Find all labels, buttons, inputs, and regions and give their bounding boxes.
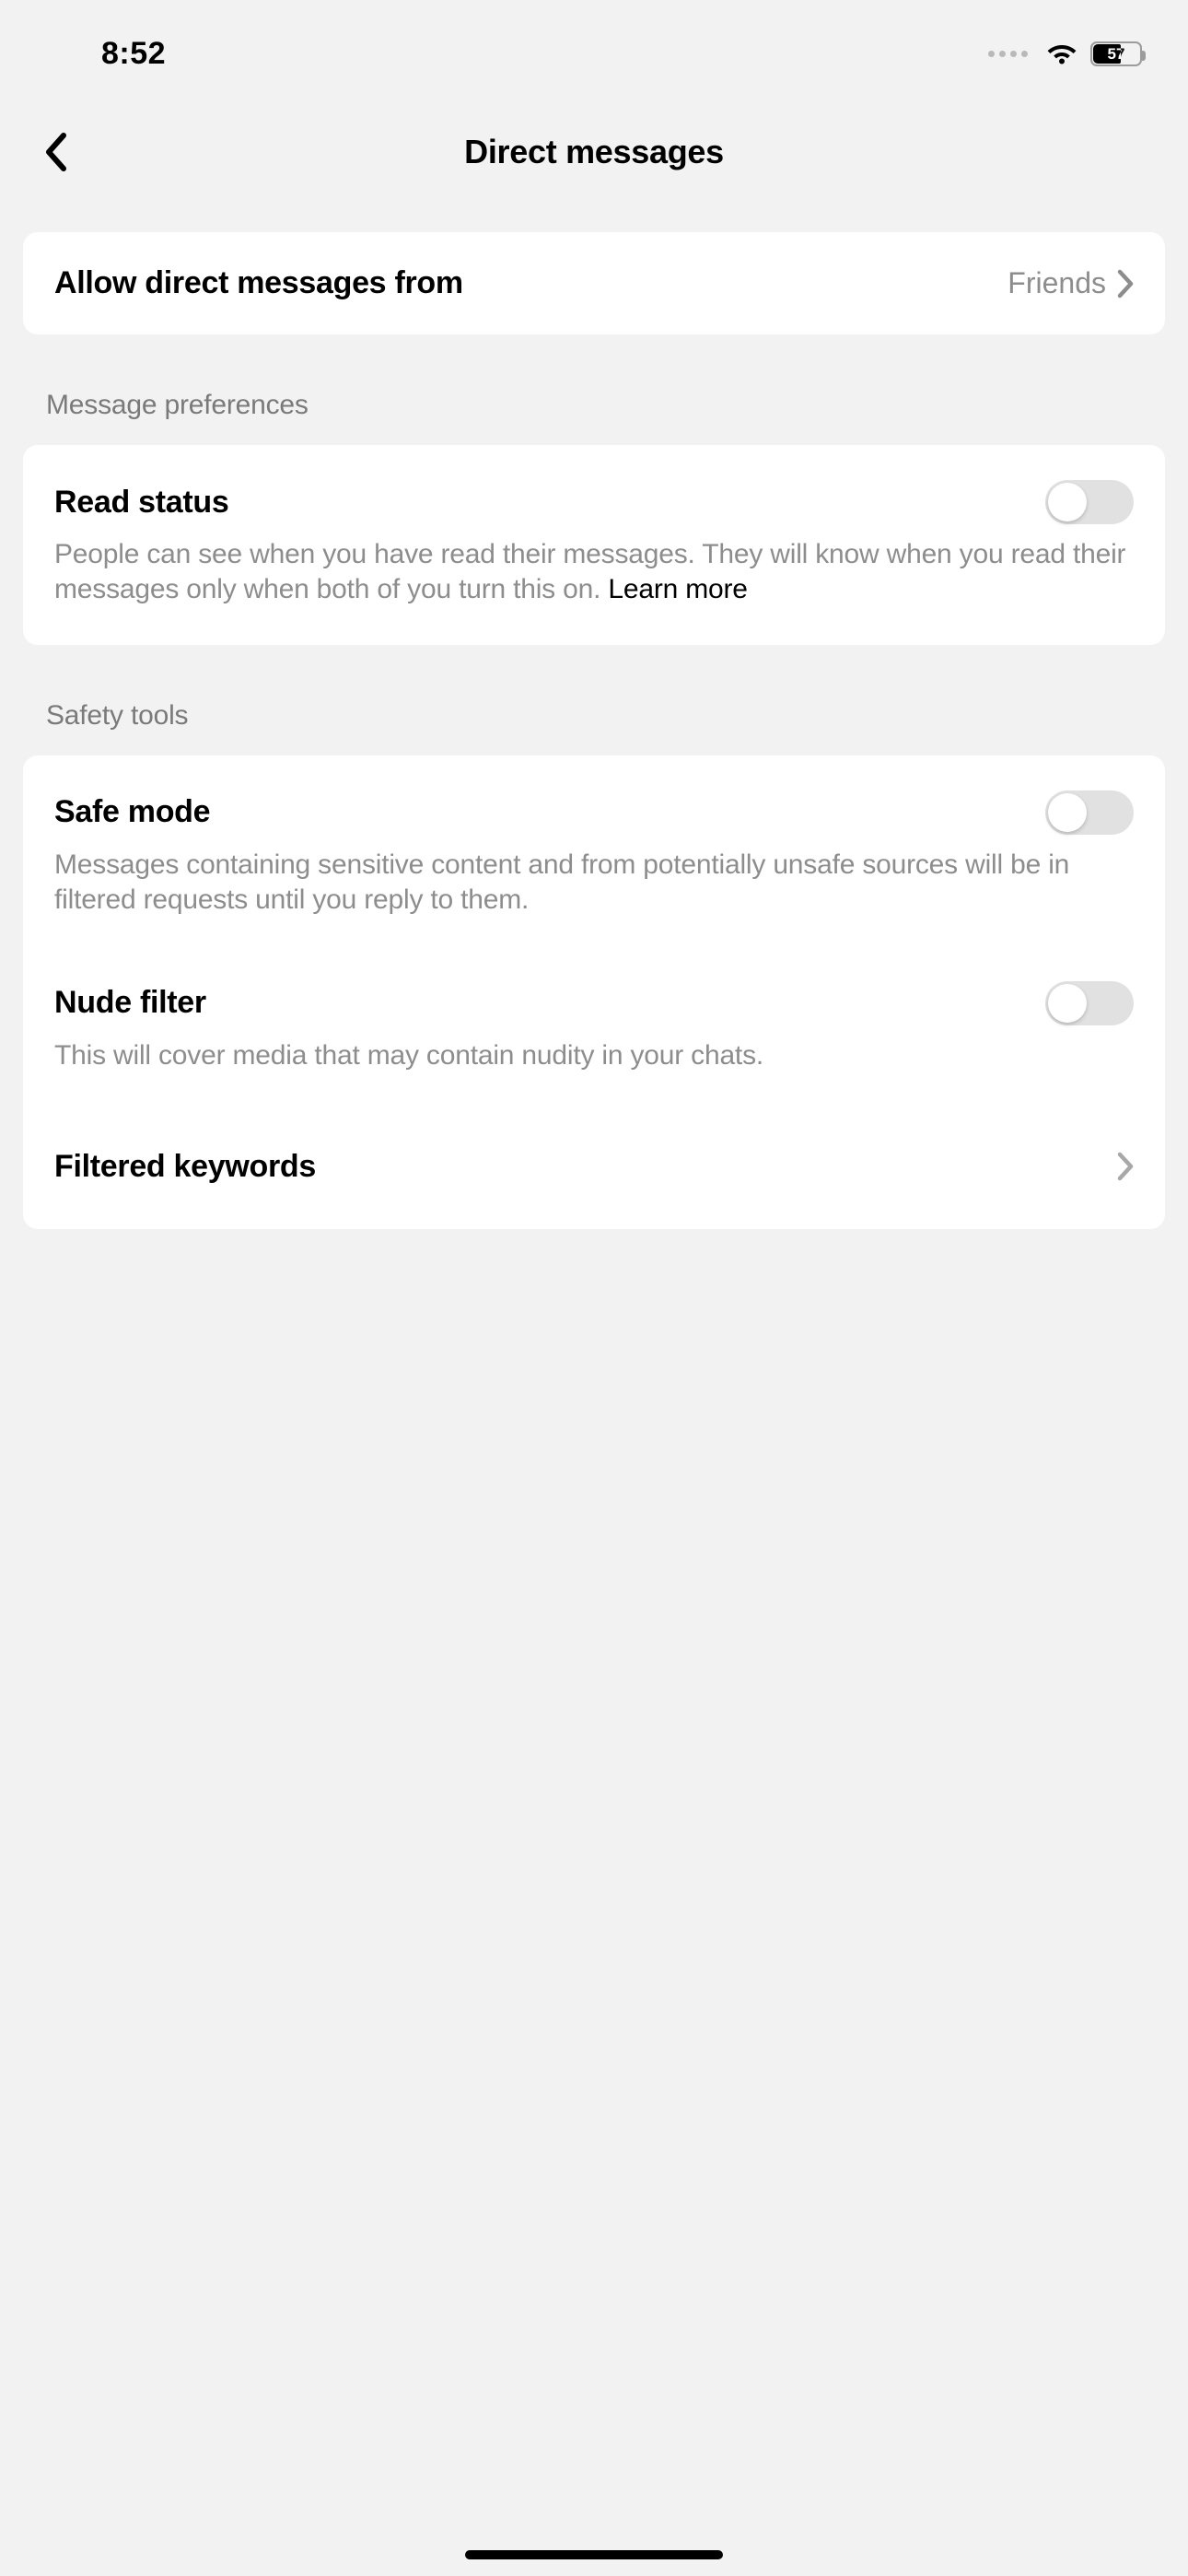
cellular-dots-icon — [988, 51, 1028, 57]
filtered-keywords-title: Filtered keywords — [54, 1149, 316, 1185]
read-status-toggle[interactable] — [1045, 480, 1134, 524]
chevron-left-icon — [43, 132, 67, 172]
message-preferences-group: Read status People can see when you have… — [23, 445, 1165, 645]
read-status-row: Read status — [23, 445, 1165, 543]
status-time: 8:52 — [0, 30, 267, 72]
safe-mode-title: Safe mode — [54, 794, 1045, 830]
allow-from-group: Allow direct messages from Friends — [23, 232, 1165, 334]
safety-tools-header: Safety tools — [0, 645, 1188, 732]
wifi-icon — [1046, 42, 1077, 64]
nude-filter-row: Nude filter — [23, 955, 1165, 1044]
allow-from-label: Allow direct messages from — [54, 265, 463, 301]
read-status-description: People can see when you have read their … — [23, 537, 1165, 645]
chevron-right-icon — [1117, 269, 1134, 299]
status-indicators: 57 — [988, 36, 1142, 66]
safety-tools-group: Safe mode Messages containing sensitive … — [23, 755, 1165, 1229]
allow-from-row[interactable]: Allow direct messages from Friends — [23, 232, 1165, 334]
allow-from-value: Friends — [1007, 266, 1106, 300]
read-status-learn-more-link[interactable]: Learn more — [608, 574, 747, 604]
safe-mode-row: Safe mode — [23, 755, 1165, 853]
home-indicator[interactable] — [465, 2550, 723, 2559]
read-status-title: Read status — [54, 485, 1045, 521]
safe-mode-toggle[interactable] — [1045, 790, 1134, 835]
nude-filter-toggle[interactable] — [1045, 981, 1134, 1025]
nav-header: Direct messages — [0, 101, 1188, 203]
filtered-keywords-row[interactable]: Filtered keywords — [23, 1110, 1165, 1229]
battery-icon: 57 — [1090, 41, 1142, 66]
nude-filter-title: Nude filter — [54, 985, 1045, 1021]
status-bar: 8:52 57 — [0, 0, 1188, 101]
battery-percent: 57 — [1092, 43, 1140, 64]
safe-mode-description: Messages containing sensitive content an… — [23, 848, 1165, 955]
back-button[interactable] — [28, 124, 83, 180]
nude-filter-description: This will cover media that may contain n… — [23, 1038, 1165, 1110]
page-title: Direct messages — [464, 133, 724, 171]
message-preferences-header: Message preferences — [0, 334, 1188, 421]
chevron-right-icon — [1117, 1152, 1134, 1181]
